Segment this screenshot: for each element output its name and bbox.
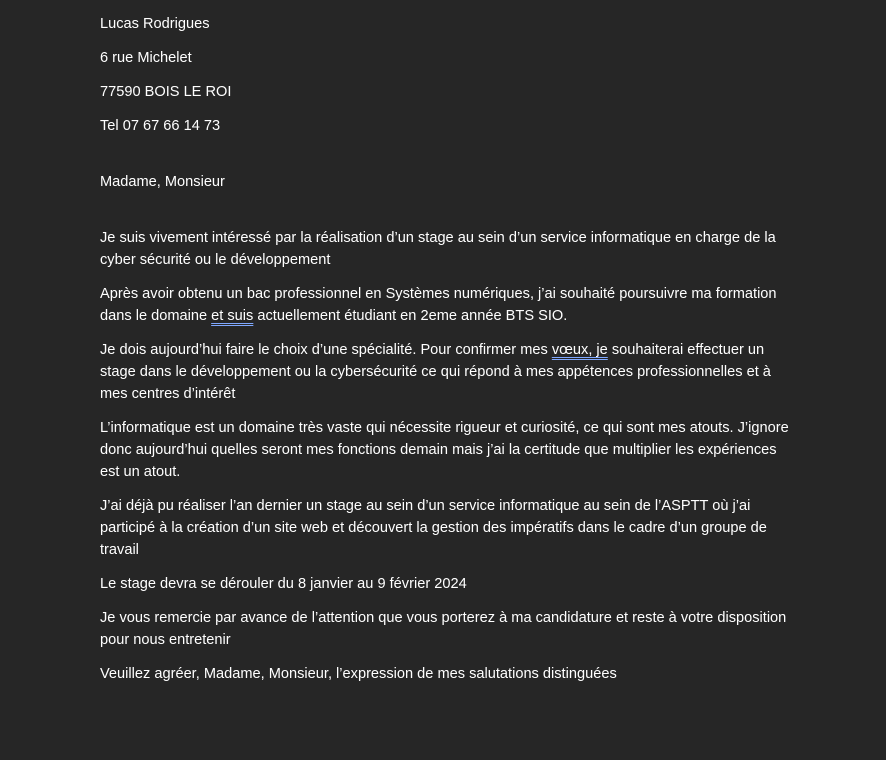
grammar-flag[interactable]: et suis: [211, 308, 253, 324]
paragraph-text: actuellement étudiant en 2eme année BTS …: [253, 308, 568, 324]
sender-name: Lucas Rodrigues: [100, 16, 210, 32]
paragraph-text: Je dois aujourd’hui faire le choix d’une…: [100, 342, 552, 358]
sender-phone: Tel 07 67 66 14 73: [100, 118, 221, 134]
paragraph-thanks: Je vous remercie par avance de l’attenti…: [100, 610, 787, 648]
grammar-flag[interactable]: vœux, je: [552, 342, 608, 358]
paragraph-closing: Veuillez agréer, Madame, Monsieur, l’exp…: [100, 666, 617, 682]
paragraph-education: Après avoir obtenu un bac professionnel …: [100, 283, 790, 327]
document-body[interactable]: Lucas Rodrigues 6 rue Michelet 77590 BOI…: [100, 13, 790, 697]
paragraph-specialty: Je dois aujourd’hui faire le choix d’une…: [100, 339, 790, 405]
document-page: Lucas Rodrigues 6 rue Michelet 77590 BOI…: [0, 0, 886, 760]
paragraph-motivation: L’informatique est un domaine très vaste…: [100, 420, 789, 480]
paragraph-intro: Je suis vivement intéressé par la réalis…: [100, 230, 776, 268]
sender-street: 6 rue Michelet: [100, 50, 192, 66]
paragraph-experience: J’ai déjà pu réaliser l’an dernier un st…: [100, 498, 767, 558]
sender-city: 77590 BOIS LE ROI: [100, 84, 232, 100]
paragraph-dates: Le stage devra se dérouler du 8 janvier …: [100, 576, 467, 592]
salutation: Madame, Monsieur: [100, 174, 225, 190]
